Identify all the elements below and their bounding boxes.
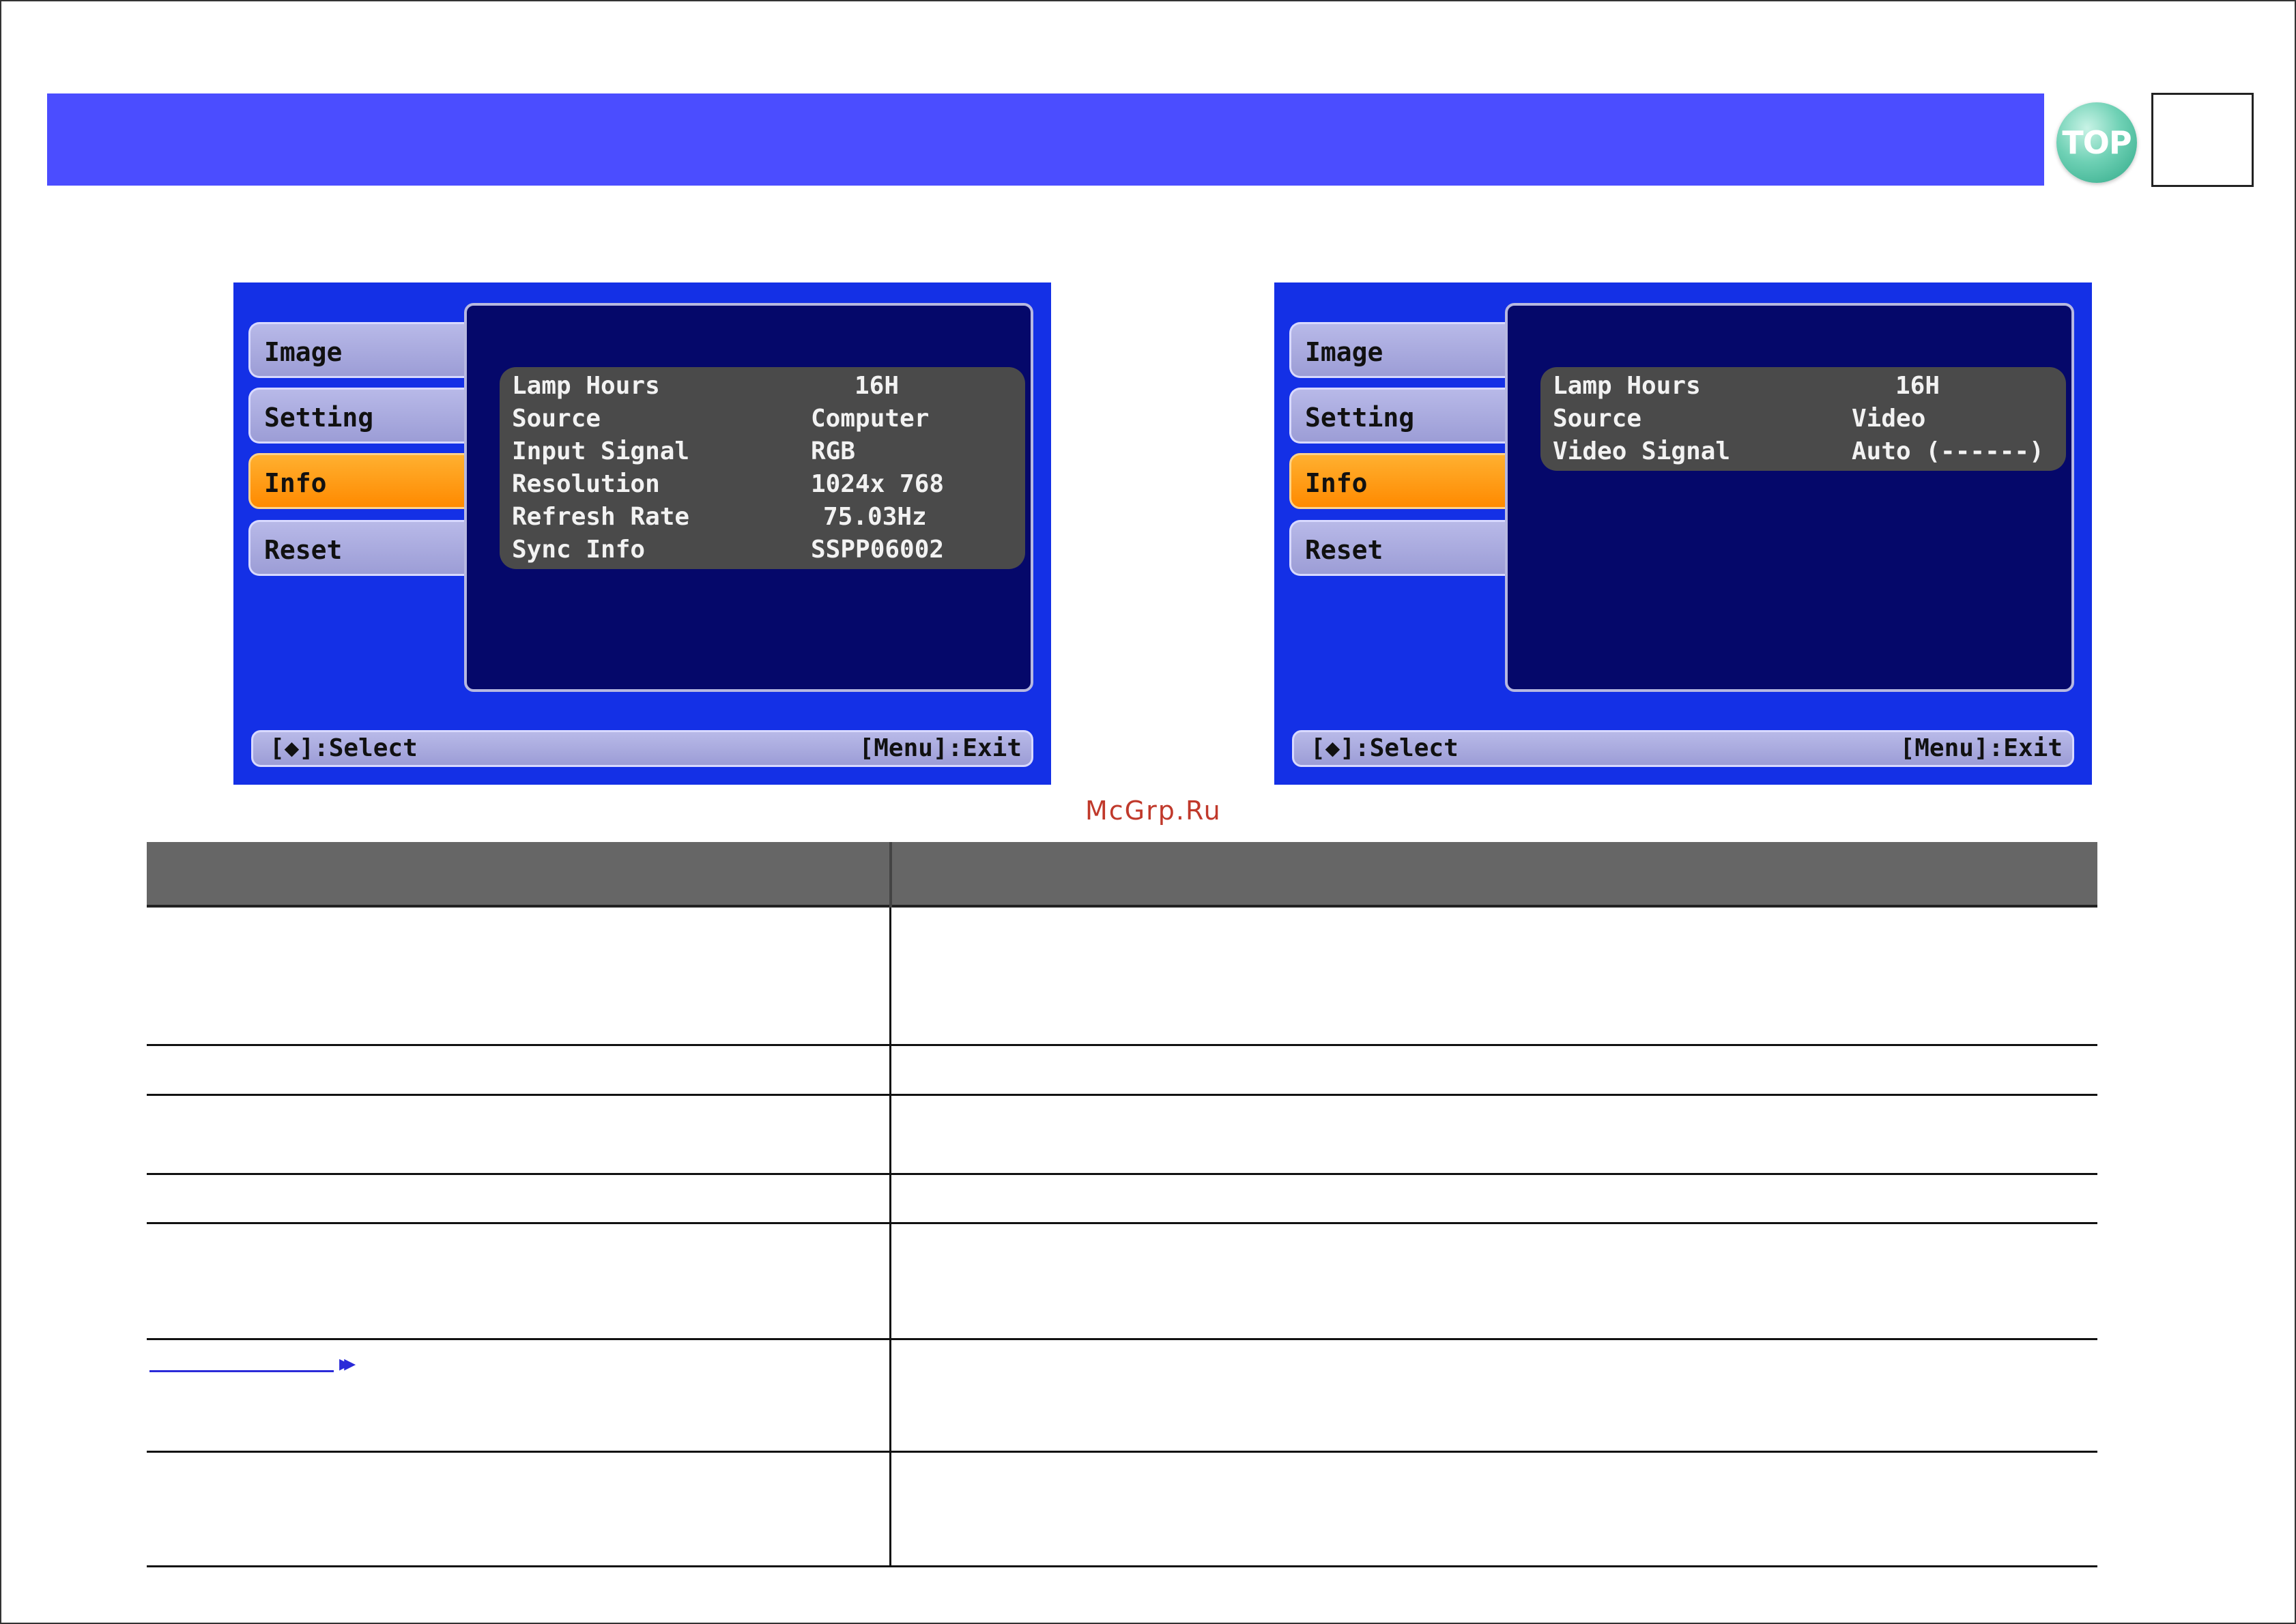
info-key: Source — [1553, 405, 1642, 433]
table-row — [147, 1224, 2097, 1340]
info-key: Sync Info — [512, 536, 646, 564]
info-panel: Lamp Hours 16H Source Video Video Signal… — [1505, 303, 2074, 692]
info-row-lamp-hours: Lamp Hours 16H — [500, 370, 1025, 403]
info-row-lamp-hours: Lamp Hours 16H — [1540, 370, 2066, 403]
osd-computer-info: Image Setting Info Reset Lamp Hours 16H … — [233, 282, 1051, 785]
column-divider — [889, 908, 891, 1044]
info-row-resolution: Resolution 1024x 768 — [500, 468, 1025, 501]
column-divider — [889, 1096, 891, 1173]
info-row-source: Source Computer — [500, 403, 1025, 435]
info-row-source: Source Video — [1540, 403, 2066, 435]
status-exit-hint: [Menu]:Exit — [1899, 734, 2063, 762]
cross-reference-link[interactable] — [149, 1370, 334, 1372]
info-key: Video Signal — [1553, 437, 1731, 465]
info-row-refresh-rate: Refresh Rate 75.03Hz — [500, 501, 1025, 534]
info-list: Lamp Hours 16H Source Computer Input Sig… — [500, 367, 1025, 569]
info-value: 16H — [1895, 372, 1940, 400]
osd-status-bar: [◆]:Select [Menu]:Exit — [251, 730, 1033, 767]
tab-info: Info — [1289, 453, 1521, 509]
top-icon[interactable]: TOP — [2056, 102, 2137, 183]
table-header-divider — [889, 842, 892, 908]
tab-setting: Setting — [1289, 388, 1506, 444]
info-key: Lamp Hours — [1553, 372, 1701, 400]
info-value: 75.03Hz — [823, 503, 927, 531]
info-value: Video — [1852, 405, 1926, 433]
column-divider — [889, 1224, 891, 1338]
header-bar — [47, 93, 2044, 186]
table-row — [147, 1096, 2097, 1175]
tab-reset: Reset — [248, 520, 465, 576]
status-select-hint: [◆]:Select — [1310, 734, 1459, 762]
status-select-hint: [◆]:Select — [270, 734, 418, 762]
info-row-input-signal: Input Signal RGB — [500, 435, 1025, 468]
info-row-video-signal: Video Signal Auto (------) — [1540, 435, 2066, 468]
info-key: Input Signal — [512, 437, 690, 465]
info-key: Resolution — [512, 470, 660, 498]
osd-video-info: Image Setting Info Reset Lamp Hours 16H … — [1274, 282, 2092, 785]
info-list: Lamp Hours 16H Source Video Video Signal… — [1540, 367, 2066, 471]
info-key: Source — [512, 405, 601, 433]
table-row — [147, 1453, 2097, 1567]
info-value: 16H — [855, 372, 900, 400]
table-row — [147, 908, 2097, 1046]
osd-status-bar: [◆]:Select [Menu]:Exit — [1292, 730, 2074, 767]
tab-reset: Reset — [1289, 520, 1506, 576]
info-value: Computer — [811, 405, 930, 433]
tab-setting: Setting — [248, 388, 465, 444]
info-key: Lamp Hours — [512, 372, 660, 400]
top-button-label: TOP — [2062, 124, 2132, 161]
info-row-sync-info: Sync Info SSPP06002 — [500, 534, 1025, 566]
column-divider — [889, 1175, 891, 1222]
tab-image: Image — [248, 322, 465, 378]
status-exit-hint: [Menu]:Exit — [859, 734, 1022, 762]
table-row — [147, 1046, 2097, 1096]
column-divider — [889, 1453, 891, 1565]
info-value: 1024x 768 — [811, 470, 945, 498]
info-key: Refresh Rate — [512, 503, 690, 531]
info-value: SSPP06002 — [811, 536, 945, 564]
info-value: Auto (------) — [1852, 437, 2044, 465]
table-row — [147, 1175, 2097, 1224]
table-row: ▸▸ — [147, 1340, 2097, 1453]
tab-info: Info — [248, 453, 480, 509]
info-value: RGB — [811, 437, 856, 465]
table-header — [147, 842, 2097, 908]
info-panel: Lamp Hours 16H Source Computer Input Sig… — [464, 303, 1033, 692]
watermark-text: McGrp.Ru — [1085, 796, 1222, 826]
page-nav-box[interactable] — [2151, 93, 2254, 187]
tab-image: Image — [1289, 322, 1506, 378]
double-chevron-right-icon[interactable]: ▸▸ — [339, 1350, 356, 1377]
column-divider — [889, 1046, 891, 1094]
column-divider — [889, 1340, 891, 1451]
